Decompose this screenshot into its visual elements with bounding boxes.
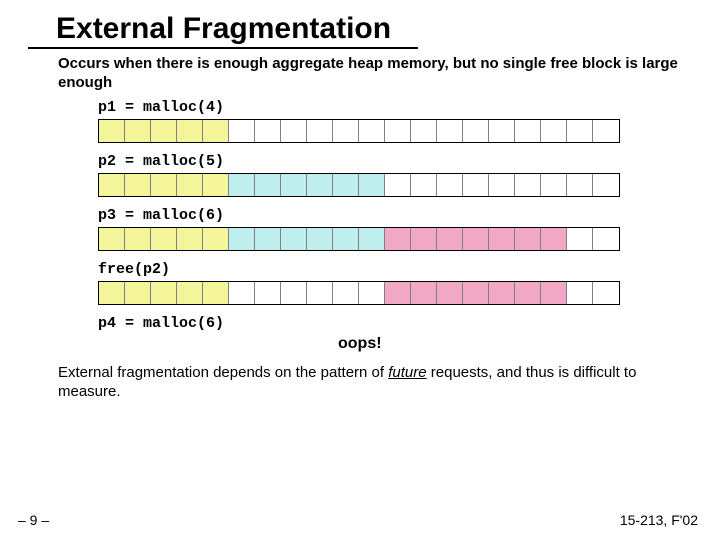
heap-cell — [151, 282, 177, 304]
heap-cell — [567, 282, 593, 304]
heap-cell — [151, 174, 177, 196]
heap-cell — [541, 120, 567, 142]
heap-cell — [203, 228, 229, 250]
heap-cell — [307, 174, 333, 196]
bottom-explanation: External fragmentation depends on the pa… — [0, 353, 720, 402]
heap-cell — [281, 174, 307, 196]
heap-cell — [125, 174, 151, 196]
heap-cell — [515, 282, 541, 304]
heap-cell — [437, 120, 463, 142]
code-p1: p1 = malloc(4) — [98, 99, 720, 116]
heap-cell — [333, 228, 359, 250]
heap-cell — [281, 282, 307, 304]
heap-row-4 — [98, 281, 720, 305]
heap-cell — [463, 282, 489, 304]
heap-cell — [229, 228, 255, 250]
heap-cell — [229, 282, 255, 304]
heap-cell — [515, 228, 541, 250]
heap-cell — [203, 174, 229, 196]
heap-cell — [463, 120, 489, 142]
heap-row-3 — [98, 227, 720, 251]
oops-label: oops! — [338, 335, 720, 353]
heap-cell — [411, 120, 437, 142]
heap-cell — [99, 120, 125, 142]
heap-cell — [541, 174, 567, 196]
heap-cell — [463, 228, 489, 250]
heap-cell — [489, 282, 515, 304]
heap-cell — [333, 174, 359, 196]
heap-cell — [255, 120, 281, 142]
heap-cell — [385, 228, 411, 250]
heap-cell — [385, 120, 411, 142]
heap-cell — [99, 174, 125, 196]
heap-cell — [255, 282, 281, 304]
heap-cell — [229, 120, 255, 142]
heap-cell — [593, 120, 619, 142]
heap-cell — [515, 120, 541, 142]
code-p3: p3 = malloc(6) — [98, 207, 720, 224]
heap-cell — [567, 120, 593, 142]
heap-cell — [359, 282, 385, 304]
course-footer: 15-213, F'02 — [620, 512, 698, 528]
code-p2: p2 = malloc(5) — [98, 153, 720, 170]
heap-cell — [385, 282, 411, 304]
heap-row-1 — [98, 119, 720, 143]
heap-cell — [177, 174, 203, 196]
heap-cell — [489, 120, 515, 142]
bottom-future: future — [388, 364, 426, 381]
heap-cell — [541, 228, 567, 250]
heap-cell — [255, 174, 281, 196]
heap-cell — [359, 174, 385, 196]
heap-cell — [177, 120, 203, 142]
heap-cell — [229, 174, 255, 196]
heap-cell — [437, 228, 463, 250]
heap-cell — [411, 228, 437, 250]
heap-cell — [463, 174, 489, 196]
heap-cell — [567, 228, 593, 250]
heap-cell — [593, 228, 619, 250]
heap-cell — [307, 282, 333, 304]
heap-cell — [593, 174, 619, 196]
heap-cell — [255, 228, 281, 250]
heap-cell — [203, 282, 229, 304]
heap-cell — [359, 120, 385, 142]
heap-cell — [437, 174, 463, 196]
slide-subtitle: Occurs when there is enough aggregate he… — [0, 55, 720, 93]
heap-cell — [593, 282, 619, 304]
heap-cell — [333, 120, 359, 142]
heap-cell — [177, 282, 203, 304]
heap-cell — [281, 228, 307, 250]
heap-cell — [411, 174, 437, 196]
heap-cell — [151, 120, 177, 142]
code-p4: p4 = malloc(6) — [98, 315, 720, 332]
heap-cell — [541, 282, 567, 304]
code-free: free(p2) — [98, 261, 720, 278]
bottom-pre: External fragmentation depends on the pa… — [58, 364, 388, 381]
page-number: – 9 – — [18, 512, 49, 528]
heap-cell — [281, 120, 307, 142]
heap-cell — [437, 282, 463, 304]
heap-cell — [411, 282, 437, 304]
heap-cell — [489, 174, 515, 196]
heap-cell — [125, 282, 151, 304]
heap-cell — [125, 228, 151, 250]
heap-cell — [99, 282, 125, 304]
heap-cell — [515, 174, 541, 196]
heap-cell — [489, 228, 515, 250]
heap-cell — [567, 174, 593, 196]
heap-cell — [177, 228, 203, 250]
heap-cell — [333, 282, 359, 304]
heap-cell — [307, 120, 333, 142]
heap-cell — [99, 228, 125, 250]
slide-title: External Fragmentation — [28, 0, 418, 49]
heap-cell — [125, 120, 151, 142]
heap-row-2 — [98, 173, 720, 197]
heap-cell — [203, 120, 229, 142]
heap-cell — [307, 228, 333, 250]
heap-cell — [359, 228, 385, 250]
heap-cell — [385, 174, 411, 196]
heap-cell — [151, 228, 177, 250]
